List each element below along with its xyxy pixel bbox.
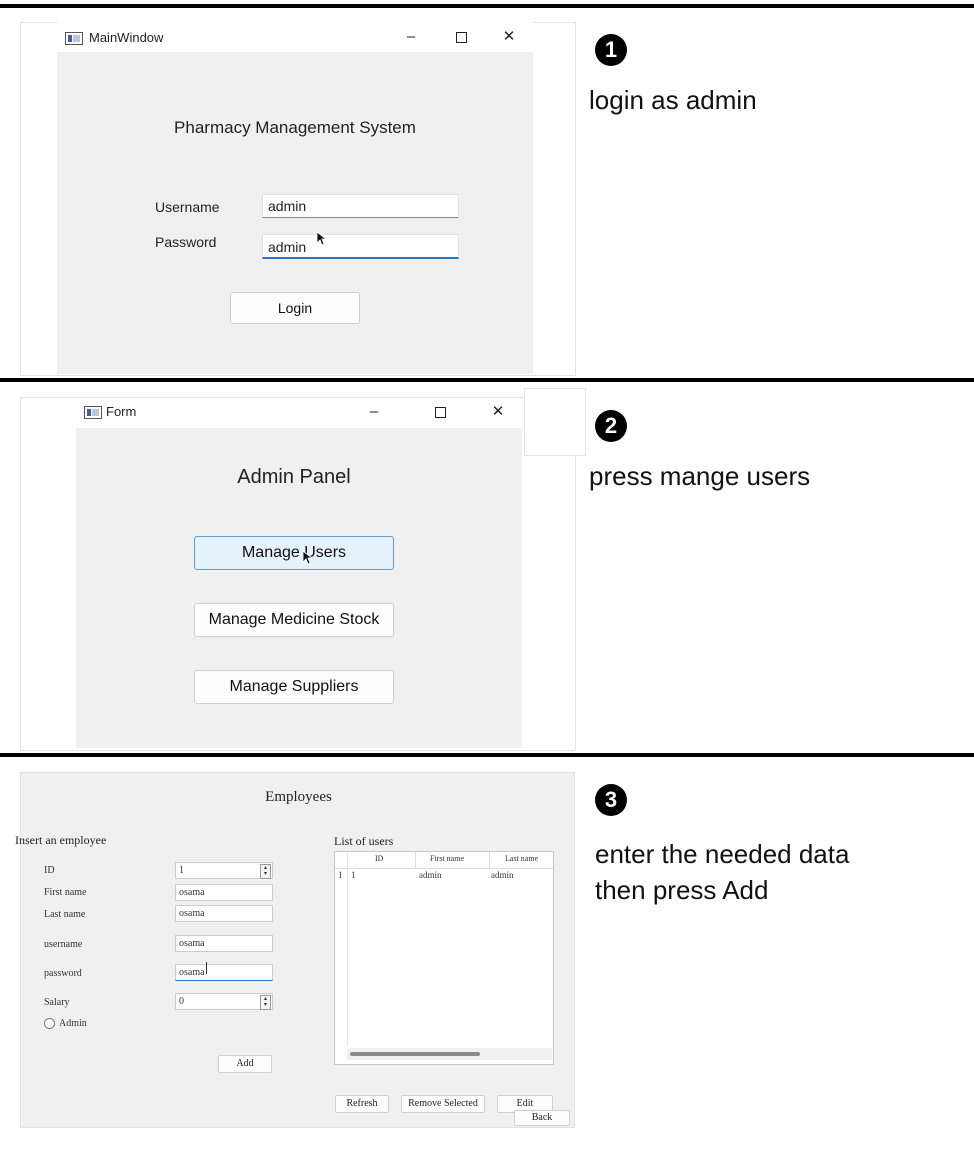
row-header: 1 xyxy=(338,870,343,880)
column-header-id[interactable]: ID xyxy=(375,854,383,863)
username-label: Username xyxy=(155,199,220,215)
admin-radio-button[interactable] xyxy=(44,1018,55,1029)
divider-top xyxy=(0,4,974,8)
remove-selected-button[interactable]: Remove Selected xyxy=(401,1095,485,1113)
back-button[interactable]: Back xyxy=(514,1110,570,1126)
last-name-label: Last name xyxy=(44,909,86,920)
window-title: MainWindow xyxy=(89,30,164,45)
manage-medicine-stock-button[interactable]: Manage Medicine Stock xyxy=(194,603,394,637)
divider-1 xyxy=(0,378,974,382)
id-spinbox[interactable]: 1 ▴ ▾ xyxy=(175,862,273,879)
cell-id: 1 xyxy=(351,870,356,880)
step3-badge: 3 xyxy=(595,784,627,816)
step3-instruction-line2: then press Add xyxy=(595,875,769,905)
username-label: username xyxy=(44,939,83,950)
cell-first-name: admin xyxy=(419,870,442,880)
step2-badge: 2 xyxy=(595,410,627,442)
app-title: Pharmacy Management System xyxy=(174,118,416,137)
refresh-button[interactable]: Refresh xyxy=(335,1095,389,1113)
divider-2 xyxy=(0,753,974,757)
first-name-label: First name xyxy=(44,887,87,898)
spin-arrows-icon[interactable]: ▴ ▾ xyxy=(260,995,271,1010)
first-name-input[interactable]: osama xyxy=(175,884,273,901)
admin-radio-label: Admin xyxy=(59,1018,87,1029)
step1-instruction: login as admin xyxy=(589,85,757,115)
add-button[interactable]: Add xyxy=(218,1055,272,1073)
maximize-icon[interactable] xyxy=(449,27,473,47)
mouse-cursor-icon xyxy=(302,550,314,565)
close-icon[interactable]: ✕ xyxy=(497,27,521,47)
form-window-titlebar: Form – ✕ xyxy=(76,398,522,428)
close-icon[interactable]: ✕ xyxy=(486,402,510,422)
employees-window: Employees Insert an employee ID 1 ▴ ▾ Firs… xyxy=(15,772,575,1128)
text-cursor-icon xyxy=(206,962,207,974)
admin-panel-heading: Admin Panel xyxy=(237,466,351,488)
step2-instruction: press mange users xyxy=(589,461,811,491)
password-label: Password xyxy=(155,234,217,250)
employees-heading: Employees xyxy=(265,789,332,805)
login-button[interactable]: Login xyxy=(230,292,360,324)
id-label: ID xyxy=(44,865,55,876)
table-header-row: ID First name Last name xyxy=(335,852,553,869)
main-window-titlebar: MainWindow – ✕ xyxy=(57,22,533,52)
maximize-icon[interactable] xyxy=(428,402,452,422)
column-header-last-name[interactable]: Last name xyxy=(505,854,538,863)
insert-employee-title: Insert an employee xyxy=(15,833,107,847)
password-input[interactable]: osama xyxy=(175,964,273,981)
salary-spinbox[interactable]: 0 ▴ ▾ xyxy=(175,993,273,1010)
mouse-cursor-icon xyxy=(316,231,328,246)
table-row[interactable]: 1 1 admin admin xyxy=(335,868,553,884)
scrollbar-thumb[interactable] xyxy=(350,1052,480,1056)
horizontal-scrollbar[interactable] xyxy=(347,1048,552,1060)
step1-badge: 1 xyxy=(595,34,627,66)
window-title: Form xyxy=(106,404,137,419)
users-table[interactable]: ID First name Last name 1 1 admin admin xyxy=(334,851,554,1065)
step2-overlay-frame xyxy=(524,388,586,456)
salary-label: Salary xyxy=(44,997,70,1008)
column-header-first-name[interactable]: First name xyxy=(430,854,464,863)
manage-suppliers-button[interactable]: Manage Suppliers xyxy=(194,670,394,704)
minimize-icon[interactable]: – xyxy=(362,402,386,422)
manage-users-button[interactable]: Manage Users xyxy=(194,536,394,570)
form-window: Form – ✕ Admin Panel Manage Users Manage… xyxy=(76,398,522,748)
list-of-users-title: List of users xyxy=(334,834,394,848)
spin-arrows-icon[interactable]: ▴ ▾ xyxy=(260,864,271,879)
window-app-icon xyxy=(84,406,102,419)
cell-last-name: admin xyxy=(491,870,514,880)
main-window: MainWindow – ✕ Pharmacy Management Syste… xyxy=(57,22,533,374)
step3-instruction-line1: enter the needed data xyxy=(595,839,850,869)
password-input[interactable]: admin xyxy=(262,234,459,259)
last-name-input[interactable]: osama xyxy=(175,905,273,922)
username-input[interactable]: admin xyxy=(262,194,459,218)
username-input[interactable]: osama xyxy=(175,935,273,952)
password-label: password xyxy=(44,968,82,979)
minimize-icon[interactable]: – xyxy=(399,27,423,47)
window-app-icon xyxy=(65,32,83,45)
